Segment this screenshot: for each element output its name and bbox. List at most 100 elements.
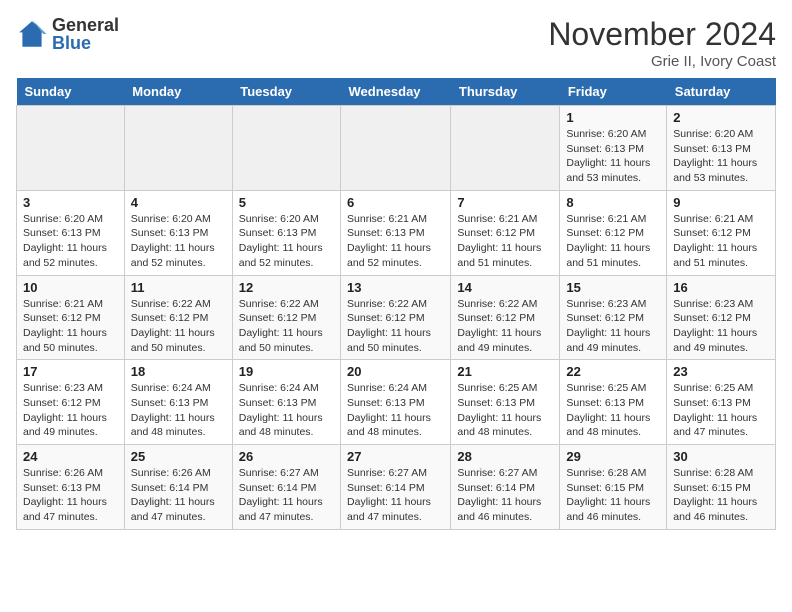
day-number: 27 — [347, 449, 444, 464]
day-info: Sunrise: 6:20 AMSunset: 6:13 PMDaylight:… — [673, 127, 769, 186]
day-number: 12 — [239, 280, 334, 295]
page-header: General Blue November 2024 Grie II, Ivor… — [16, 16, 776, 70]
day-number: 10 — [23, 280, 118, 295]
day-number: 20 — [347, 364, 444, 379]
day-info: Sunrise: 6:22 AMSunset: 6:12 PMDaylight:… — [239, 297, 334, 356]
day-info: Sunrise: 6:22 AMSunset: 6:12 PMDaylight:… — [347, 297, 444, 356]
calendar-cell: 16 Sunrise: 6:23 AMSunset: 6:12 PMDayligh… — [667, 275, 776, 360]
day-number: 16 — [673, 280, 769, 295]
day-info: Sunrise: 6:27 AMSunset: 6:14 PMDaylight:… — [457, 466, 553, 525]
calendar-cell: 14 Sunrise: 6:22 AMSunset: 6:12 PMDayligh… — [451, 275, 560, 360]
calendar-cell: 28 Sunrise: 6:27 AMSunset: 6:14 PMDayligh… — [451, 445, 560, 530]
calendar-header-thursday: Thursday — [451, 78, 560, 106]
day-info: Sunrise: 6:23 AMSunset: 6:12 PMDaylight:… — [673, 297, 769, 356]
day-info: Sunrise: 6:26 AMSunset: 6:14 PMDaylight:… — [131, 466, 226, 525]
calendar-cell — [124, 106, 232, 191]
calendar-cell — [451, 106, 560, 191]
day-number: 21 — [457, 364, 553, 379]
calendar-cell: 22 Sunrise: 6:25 AMSunset: 6:13 PMDayligh… — [560, 360, 667, 445]
day-info: Sunrise: 6:21 AMSunset: 6:12 PMDaylight:… — [566, 212, 660, 271]
day-info: Sunrise: 6:28 AMSunset: 6:15 PMDaylight:… — [673, 466, 769, 525]
calendar-cell: 11 Sunrise: 6:22 AMSunset: 6:12 PMDayligh… — [124, 275, 232, 360]
calendar-header-wednesday: Wednesday — [341, 78, 451, 106]
day-info: Sunrise: 6:25 AMSunset: 6:13 PMDaylight:… — [457, 381, 553, 440]
day-info: Sunrise: 6:23 AMSunset: 6:12 PMDaylight:… — [23, 381, 118, 440]
calendar-cell: 13 Sunrise: 6:22 AMSunset: 6:12 PMDayligh… — [341, 275, 451, 360]
title-section: November 2024 Grie II, Ivory Coast — [548, 16, 776, 70]
day-number: 7 — [457, 195, 553, 210]
day-number: 2 — [673, 110, 769, 125]
logo-text: General Blue — [52, 16, 119, 52]
calendar-cell: 10Sunrise: 6:21 AMSunset: 6:12 PMDayligh… — [17, 275, 125, 360]
calendar-header-friday: Friday — [560, 78, 667, 106]
day-number: 29 — [566, 449, 660, 464]
day-number: 25 — [131, 449, 226, 464]
day-number: 22 — [566, 364, 660, 379]
day-info: Sunrise: 6:21 AMSunset: 6:13 PMDaylight:… — [347, 212, 444, 271]
day-number: 14 — [457, 280, 553, 295]
day-number: 30 — [673, 449, 769, 464]
calendar-cell: 1Sunrise: 6:20 AMSunset: 6:13 PMDaylight… — [560, 106, 667, 191]
calendar-cell: 23Sunrise: 6:25 AMSunset: 6:13 PMDayligh… — [667, 360, 776, 445]
day-info: Sunrise: 6:28 AMSunset: 6:15 PMDaylight:… — [566, 466, 660, 525]
calendar-cell: 18Sunrise: 6:24 AMSunset: 6:13 PMDayligh… — [124, 360, 232, 445]
calendar-header-row: SundayMondayTuesdayWednesdayThursdayFrid… — [17, 78, 776, 106]
day-info: Sunrise: 6:21 AMSunset: 6:12 PMDaylight:… — [673, 212, 769, 271]
main-title: November 2024 — [548, 16, 776, 53]
day-number: 11 — [131, 280, 226, 295]
day-info: Sunrise: 6:21 AMSunset: 6:12 PMDaylight:… — [457, 212, 553, 271]
calendar-cell: 26Sunrise: 6:27 AMSunset: 6:14 PMDayligh… — [232, 445, 340, 530]
subtitle: Grie II, Ivory Coast — [548, 53, 776, 70]
day-info: Sunrise: 6:22 AMSunset: 6:12 PMDaylight:… — [457, 297, 553, 356]
calendar-cell: 4 Sunrise: 6:20 AMSunset: 6:13 PMDaylight… — [124, 190, 232, 275]
calendar-cell: 20 Sunrise: 6:24 AMSunset: 6:13 PMDayligh… — [341, 360, 451, 445]
calendar-cell: 25 Sunrise: 6:26 AMSunset: 6:14 PMDayligh… — [124, 445, 232, 530]
calendar-cell — [17, 106, 125, 191]
day-info: Sunrise: 6:20 AMSunset: 6:13 PMDaylight:… — [239, 212, 334, 271]
calendar-cell: 27 Sunrise: 6:27 AMSunset: 6:14 PMDayligh… — [341, 445, 451, 530]
day-info: Sunrise: 6:25 AMSunset: 6:13 PMDaylight:… — [673, 381, 769, 440]
day-number: 6 — [347, 195, 444, 210]
day-info: Sunrise: 6:24 AMSunset: 6:13 PMDaylight:… — [347, 381, 444, 440]
day-number: 4 — [131, 195, 226, 210]
calendar-cell: 5 Sunrise: 6:20 AMSunset: 6:13 PMDaylight… — [232, 190, 340, 275]
calendar-header-saturday: Saturday — [667, 78, 776, 106]
day-info: Sunrise: 6:20 AMSunset: 6:13 PMDaylight:… — [23, 212, 118, 271]
day-number: 13 — [347, 280, 444, 295]
day-info: Sunrise: 6:27 AMSunset: 6:14 PMDaylight:… — [347, 466, 444, 525]
day-info: Sunrise: 6:20 AMSunset: 6:13 PMDaylight:… — [131, 212, 226, 271]
calendar-header-tuesday: Tuesday — [232, 78, 340, 106]
calendar-cell: 3Sunrise: 6:20 AMSunset: 6:13 PMDaylight… — [17, 190, 125, 275]
day-number: 9 — [673, 195, 769, 210]
day-number: 28 — [457, 449, 553, 464]
calendar-week-row: 17 Sunrise: 6:23 AMSunset: 6:12 PMDayligh… — [17, 360, 776, 445]
day-info: Sunrise: 6:24 AMSunset: 6:13 PMDaylight:… — [239, 381, 334, 440]
calendar-header-sunday: Sunday — [17, 78, 125, 106]
day-number: 8 — [566, 195, 660, 210]
calendar-cell: 8 Sunrise: 6:21 AMSunset: 6:12 PMDaylight… — [560, 190, 667, 275]
calendar-cell: 29 Sunrise: 6:28 AMSunset: 6:15 PMDayligh… — [560, 445, 667, 530]
calendar-cell: 30 Sunrise: 6:28 AMSunset: 6:15 PMDayligh… — [667, 445, 776, 530]
logo-blue: Blue — [52, 34, 119, 52]
logo: General Blue — [16, 16, 119, 52]
day-info: Sunrise: 6:22 AMSunset: 6:12 PMDaylight:… — [131, 297, 226, 356]
day-number: 1 — [566, 110, 660, 125]
calendar-cell: 17 Sunrise: 6:23 AMSunset: 6:12 PMDayligh… — [17, 360, 125, 445]
calendar-cell: 2 Sunrise: 6:20 AMSunset: 6:13 PMDaylight… — [667, 106, 776, 191]
day-number: 17 — [23, 364, 118, 379]
calendar-cell — [232, 106, 340, 191]
calendar-cell: 24Sunrise: 6:26 AMSunset: 6:13 PMDayligh… — [17, 445, 125, 530]
calendar-cell: 9 Sunrise: 6:21 AMSunset: 6:12 PMDaylight… — [667, 190, 776, 275]
logo-general: General — [52, 16, 119, 34]
calendar-cell: 21 Sunrise: 6:25 AMSunset: 6:13 PMDayligh… — [451, 360, 560, 445]
calendar-table: SundayMondayTuesdayWednesdayThursdayFrid… — [16, 78, 776, 530]
calendar-cell: 15Sunrise: 6:23 AMSunset: 6:12 PMDayligh… — [560, 275, 667, 360]
calendar-cell: 12 Sunrise: 6:22 AMSunset: 6:12 PMDayligh… — [232, 275, 340, 360]
calendar-cell — [341, 106, 451, 191]
calendar-week-row: 24Sunrise: 6:26 AMSunset: 6:13 PMDayligh… — [17, 445, 776, 530]
day-number: 5 — [239, 195, 334, 210]
day-info: Sunrise: 6:25 AMSunset: 6:13 PMDaylight:… — [566, 381, 660, 440]
day-info: Sunrise: 6:23 AMSunset: 6:12 PMDaylight:… — [566, 297, 660, 356]
calendar-cell: 6 Sunrise: 6:21 AMSunset: 6:13 PMDaylight… — [341, 190, 451, 275]
calendar-header-monday: Monday — [124, 78, 232, 106]
